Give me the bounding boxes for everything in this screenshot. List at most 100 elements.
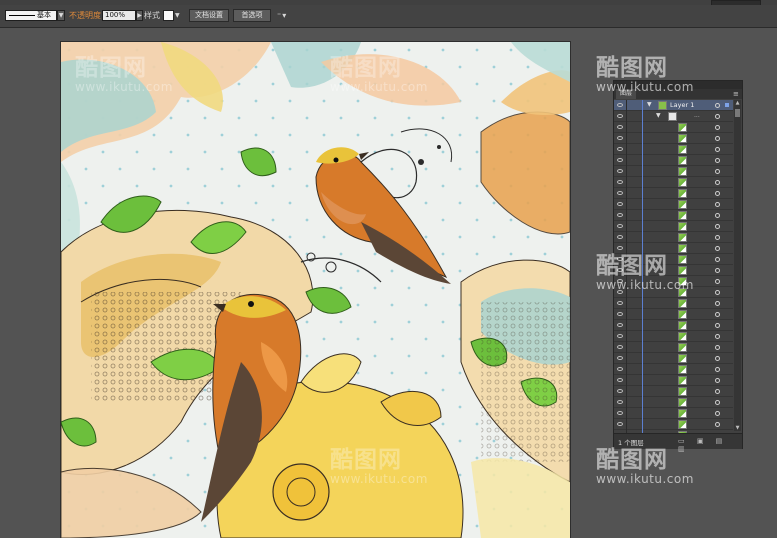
visibility-eye-icon[interactable] — [617, 202, 623, 206]
arrange-documents-icon[interactable]: ⁼▾ — [277, 10, 287, 22]
target-circle-icon[interactable] — [715, 180, 720, 185]
layer-item-row[interactable] — [614, 210, 733, 221]
visibility-eye-icon[interactable] — [617, 367, 623, 371]
visibility-eye-icon[interactable] — [617, 147, 623, 151]
selection-indicator[interactable] — [725, 103, 729, 107]
layer-item-row[interactable] — [614, 331, 733, 342]
layer-item-row[interactable] — [614, 309, 733, 320]
target-circle-icon[interactable] — [715, 235, 720, 240]
layer-item-row[interactable] — [614, 133, 733, 144]
target-circle-icon[interactable] — [715, 279, 720, 284]
target-circle-icon[interactable] — [715, 411, 720, 416]
layer-item-row[interactable] — [614, 177, 733, 188]
layer-item-row[interactable] — [614, 232, 733, 243]
preferences-button[interactable]: 首选项 — [233, 9, 271, 22]
visibility-eye-icon[interactable] — [617, 389, 623, 393]
visibility-eye-icon[interactable] — [617, 312, 623, 316]
layer-item-row[interactable] — [614, 243, 733, 254]
layer-item-row[interactable] — [614, 188, 733, 199]
layer-name[interactable]: Layer 1 — [670, 101, 694, 109]
layer-item-row[interactable] — [614, 397, 733, 408]
visibility-eye-icon[interactable] — [617, 257, 623, 261]
visibility-eye-icon[interactable] — [617, 180, 623, 184]
target-circle-icon[interactable] — [715, 268, 720, 273]
target-circle-icon[interactable] — [715, 301, 720, 306]
visibility-eye-icon[interactable] — [617, 345, 623, 349]
target-circle-icon[interactable] — [715, 136, 720, 141]
visibility-eye-icon[interactable] — [617, 213, 623, 217]
visibility-eye-icon[interactable] — [617, 235, 623, 239]
layer-item-row[interactable] — [614, 221, 733, 232]
visibility-eye-icon[interactable] — [617, 400, 623, 404]
visibility-eye-icon[interactable] — [617, 290, 623, 294]
target-circle-icon[interactable] — [715, 125, 720, 130]
layer-item-row[interactable] — [614, 342, 733, 353]
layer-item-row[interactable] — [614, 122, 733, 133]
target-circle-icon[interactable] — [715, 422, 720, 427]
group-name[interactable]: ... — [694, 112, 700, 119]
visibility-eye-icon[interactable] — [617, 378, 623, 382]
layer-item-row[interactable] — [614, 408, 733, 419]
layer-item-row[interactable] — [614, 287, 733, 298]
target-circle-icon[interactable] — [715, 169, 720, 174]
visibility-eye-icon[interactable] — [617, 301, 623, 305]
visibility-eye-icon[interactable] — [617, 411, 623, 415]
layer-item-row[interactable] — [614, 155, 733, 166]
layer-item-row[interactable] — [614, 298, 733, 309]
target-circle-icon[interactable] — [715, 345, 720, 350]
visibility-eye-icon[interactable] — [617, 268, 623, 272]
opacity-input[interactable]: 100% — [102, 10, 136, 21]
visibility-eye-icon[interactable] — [617, 136, 623, 140]
visibility-eye-icon[interactable] — [617, 114, 623, 118]
opacity-arrow-icon[interactable]: ▶ — [136, 10, 143, 21]
style-swatch[interactable] — [163, 10, 174, 21]
target-circle-icon[interactable] — [715, 367, 720, 372]
layer-item-row[interactable] — [614, 419, 733, 430]
target-circle-icon[interactable] — [715, 158, 720, 163]
panel-footer-icons[interactable]: ▭ ▣ ▤ ▥ — [678, 437, 742, 453]
layer-item-row[interactable] — [614, 386, 733, 397]
visibility-eye-icon[interactable] — [617, 125, 623, 129]
layers-scrollbar[interactable] — [734, 100, 741, 431]
target-circle-icon[interactable] — [715, 246, 720, 251]
target-circle-icon[interactable] — [715, 202, 720, 207]
scrollbar-thumb[interactable] — [735, 109, 740, 117]
tab-layers[interactable]: 图层 — [616, 89, 637, 99]
panel-title-bar[interactable] — [614, 81, 742, 89]
target-circle-icon[interactable] — [715, 323, 720, 328]
layer-row-main[interactable]: ▼ Layer 1 — [614, 100, 733, 111]
layer-item-row[interactable] — [614, 276, 733, 287]
scroll-down-arrow-icon[interactable]: ▼ — [734, 425, 741, 431]
expand-triangle-icon[interactable]: ▼ — [647, 101, 652, 108]
target-circle-icon[interactable] — [715, 400, 720, 405]
visibility-eye-icon[interactable] — [617, 103, 623, 107]
layer-item-row[interactable] — [614, 265, 733, 276]
style-dropdown-arrow-icon[interactable]: ▼ — [175, 10, 180, 22]
target-circle-icon[interactable] — [715, 257, 720, 262]
opacity-label[interactable]: 不透明度 — [69, 10, 101, 22]
target-circle-icon[interactable] — [715, 147, 720, 152]
target-circle-icon[interactable] — [715, 103, 720, 108]
visibility-eye-icon[interactable] — [617, 279, 623, 283]
target-circle-icon[interactable] — [715, 213, 720, 218]
target-circle-icon[interactable] — [715, 378, 720, 383]
target-circle-icon[interactable] — [715, 114, 720, 119]
visibility-eye-icon[interactable] — [617, 422, 623, 426]
target-circle-icon[interactable] — [715, 334, 720, 339]
layer-item-row[interactable] — [614, 320, 733, 331]
target-circle-icon[interactable] — [715, 389, 720, 394]
visibility-eye-icon[interactable] — [617, 158, 623, 162]
stroke-dropdown-arrow-icon[interactable]: ▼ — [57, 10, 65, 21]
target-circle-icon[interactable] — [715, 356, 720, 361]
layer-item-row[interactable] — [614, 144, 733, 155]
layer-item-row[interactable] — [614, 364, 733, 375]
layer-item-row[interactable] — [614, 353, 733, 364]
document-setup-button[interactable]: 文档设置 — [189, 9, 229, 22]
target-circle-icon[interactable] — [715, 191, 720, 196]
visibility-eye-icon[interactable] — [617, 334, 623, 338]
stroke-style-dropdown[interactable]: 基本 — [5, 10, 57, 21]
artboard[interactable] — [61, 42, 570, 538]
scroll-up-arrow-icon[interactable]: ▲ — [734, 100, 741, 106]
target-circle-icon[interactable] — [715, 224, 720, 229]
visibility-eye-icon[interactable] — [617, 224, 623, 228]
